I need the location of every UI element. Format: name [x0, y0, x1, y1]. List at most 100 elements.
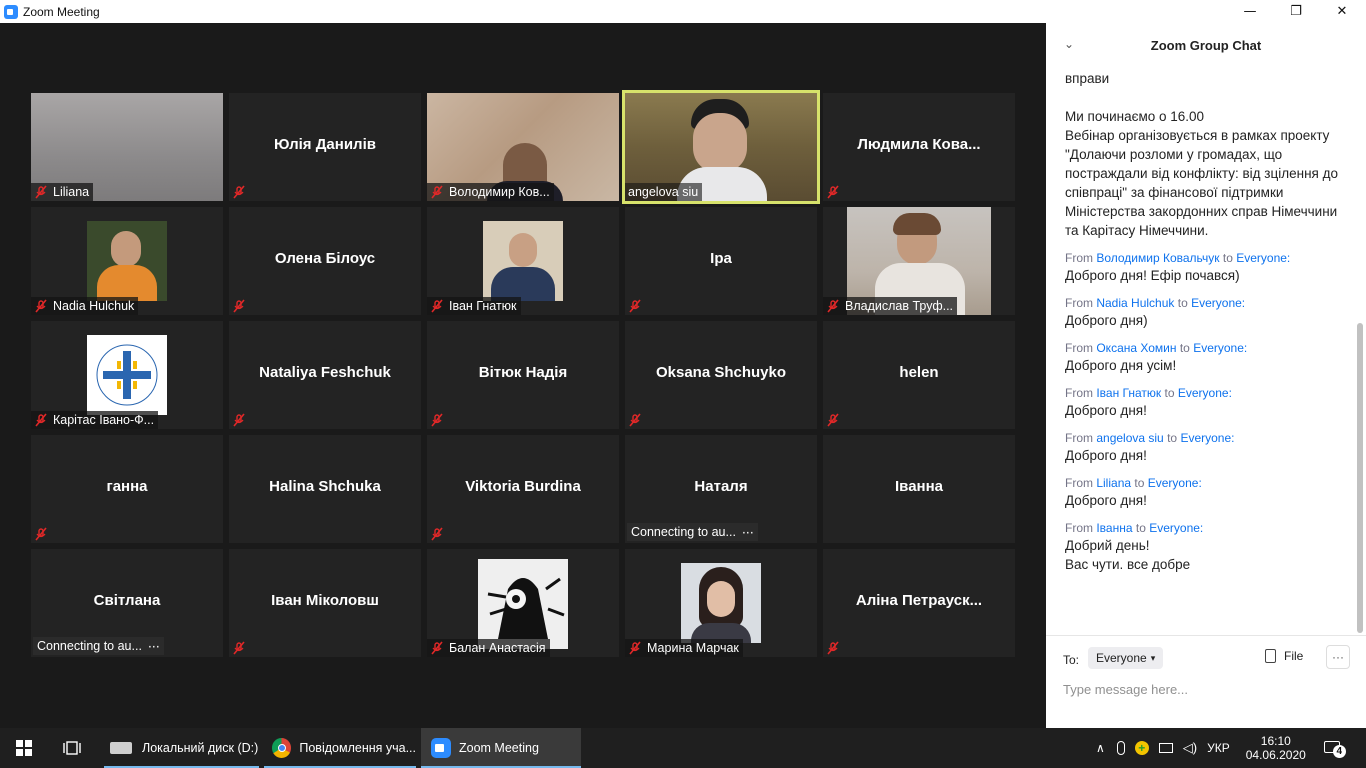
participant-tile[interactable]: Світлана Connecting to au... ⋅⋅⋅ — [31, 549, 223, 657]
show-hidden-icons-icon[interactable]: ∧ — [1096, 741, 1105, 755]
participant-label — [427, 525, 453, 543]
network-icon[interactable] — [1158, 743, 1173, 753]
participant-tile[interactable]: Nadia Hulchuk — [31, 207, 223, 315]
recipient-value: Everyone — [1096, 651, 1147, 665]
participant-tile[interactable]: Балан Анастасія — [427, 549, 619, 657]
participant-tile[interactable]: Юлія Данилів — [229, 93, 421, 201]
participant-label: Владислав Труф... — [823, 297, 958, 315]
loading-dots-icon: ⋅⋅⋅ — [741, 525, 754, 540]
sender-name[interactable]: Іванна — [1096, 521, 1132, 535]
message-input[interactable] — [1063, 678, 1343, 700]
sender-name[interactable]: Володимир Ковальчук — [1096, 251, 1219, 265]
participant-tile[interactable]: Аліна Петрауск... — [823, 549, 1015, 657]
participant-tile[interactable]: Людмила Кова... — [823, 93, 1015, 201]
recipient-name[interactable]: Everyone: — [1193, 341, 1247, 355]
muted-mic-icon — [430, 527, 444, 541]
muted-mic-icon — [430, 185, 444, 199]
chat-title: Zoom Group Chat — [1150, 37, 1262, 53]
start-button[interactable] — [0, 728, 48, 768]
participant-label: Карітас Івано-Ф... — [31, 411, 159, 429]
notification-count: 4 — [1332, 745, 1346, 758]
chat-scrollbar-thumb[interactable] — [1357, 323, 1363, 633]
participant-tile[interactable]: Іванна — [823, 435, 1015, 543]
chat-message-text: Доброго дня! Ефір почався) — [1065, 268, 1240, 283]
participant-name: Карітас Івано-Ф... — [53, 413, 155, 427]
taskbar-item-local-disk[interactable]: Локальний диск (D:) — [104, 728, 259, 768]
video-gallery: Liliana Юлія Данилів Володимир Ков... an… — [0, 23, 1046, 728]
participant-tile[interactable]: Володимир Ков... — [427, 93, 619, 201]
participant-tile[interactable]: helen — [823, 321, 1015, 429]
clock[interactable]: 16:10 04.06.2020 — [1246, 734, 1306, 762]
sender-name[interactable]: angelova siu — [1096, 431, 1163, 445]
chat-message-header: From Іванна to Everyone: — [1065, 520, 1345, 536]
recipient-dropdown[interactable]: Everyone ▾ — [1088, 647, 1164, 669]
participant-name: Володимир Ков... — [449, 185, 550, 199]
chat-message-text: Доброго дня) — [1065, 313, 1148, 328]
chat-message-text: вправи — [1065, 71, 1110, 86]
close-button[interactable]: ✕ — [1319, 0, 1365, 23]
active-speaker-tile[interactable]: angelova siu — [622, 90, 820, 204]
participant-tile[interactable]: Іра — [625, 207, 817, 315]
participant-tile[interactable]: Олена Білоус — [229, 207, 421, 315]
participant-tile[interactable]: ганна — [31, 435, 223, 543]
speaker-icon[interactable]: ◁) — [1183, 740, 1197, 756]
participant-tile[interactable]: Вітюк Надія — [427, 321, 619, 429]
chevron-down-icon[interactable]: ⌄ — [1064, 37, 1074, 51]
microphone-icon[interactable] — [1116, 741, 1125, 755]
sender-name[interactable]: Іван Гнатюк — [1096, 386, 1161, 400]
sender-name[interactable]: Nadia Hulchuk — [1096, 296, 1174, 310]
chat-message-text: Добрий день! — [1065, 538, 1150, 553]
recipient-name[interactable]: Everyone: — [1148, 476, 1202, 490]
chat-message-text: Доброго дня! — [1065, 493, 1147, 508]
minimize-button[interactable]: — — [1227, 0, 1273, 23]
participant-tile[interactable]: Карітас Івано-Ф... — [31, 321, 223, 429]
participant-name: Марина Марчак — [647, 641, 739, 655]
taskbar-item-zoom[interactable]: Zoom Meeting — [421, 728, 581, 768]
participant-tile[interactable]: Владислав Труф... — [823, 207, 1015, 315]
task-view-button[interactable] — [48, 728, 96, 768]
sender-name[interactable]: Liliana — [1096, 476, 1131, 490]
more-options-button[interactable]: ··· — [1326, 645, 1350, 669]
participant-tile[interactable]: Viktoria Burdina — [427, 435, 619, 543]
add-icon[interactable]: + — [1134, 741, 1149, 755]
chat-message-text: Вас чути. все добре — [1065, 557, 1191, 572]
participant-tile[interactable]: Nataliya Feshchuk — [229, 321, 421, 429]
muted-mic-icon — [430, 413, 444, 427]
participant-tile[interactable]: Oksana Shchuyko — [625, 321, 817, 429]
muted-mic-icon — [628, 413, 642, 427]
restore-button[interactable]: ❐ — [1273, 0, 1319, 23]
caritas-logo — [87, 335, 167, 415]
chat-message-header: From Оксана Хомин to Everyone: — [1065, 340, 1345, 356]
recipient-name[interactable]: Everyone: — [1180, 431, 1234, 445]
participant-tile[interactable]: Liliana — [31, 93, 223, 201]
chat-header: ⌄ Zoom Group Chat — [1046, 23, 1366, 67]
from-label: From — [1065, 341, 1093, 355]
participant-name-center: helen — [899, 364, 939, 381]
sender-name[interactable]: Оксана Хомин — [1096, 341, 1176, 355]
participant-tile[interactable]: Іван Гнатюк — [427, 207, 619, 315]
taskbar-item-chrome[interactable]: Повідомлення уча... — [264, 728, 416, 768]
participant-tile[interactable]: Halina Shchuka — [229, 435, 421, 543]
participant-tile[interactable]: Іван Міколовш — [229, 549, 421, 657]
participant-tile[interactable]: Наталя Connecting to au... ⋅⋅⋅ — [625, 435, 817, 543]
participant-label — [229, 297, 255, 315]
window-titlebar: Zoom Meeting — ❐ ✕ — [0, 0, 1366, 23]
participant-label — [427, 411, 453, 429]
recipient-name[interactable]: Everyone: — [1236, 251, 1290, 265]
participant-avatar — [483, 221, 563, 301]
recipient-name[interactable]: Everyone: — [1191, 296, 1245, 310]
to-label: to — [1167, 431, 1178, 445]
zoom-icon — [431, 738, 451, 758]
language-indicator[interactable]: УКР — [1207, 741, 1230, 755]
participant-tile[interactable]: Марина Марчак — [625, 549, 817, 657]
file-button[interactable]: File — [1265, 649, 1303, 663]
notifications-button[interactable]: 4 — [1323, 739, 1346, 758]
recipient-name[interactable]: Everyone: — [1149, 521, 1203, 535]
chat-composer: To: Everyone ▾ File ··· — [1046, 635, 1366, 728]
recipient-name[interactable]: Everyone: — [1178, 386, 1232, 400]
participant-name: Іван Гнатюк — [449, 299, 517, 313]
taskbar-item-label: Локальний диск (D:) — [142, 741, 259, 755]
muted-mic-icon — [430, 641, 444, 655]
drive-icon — [110, 742, 132, 754]
muted-mic-icon — [826, 185, 840, 199]
